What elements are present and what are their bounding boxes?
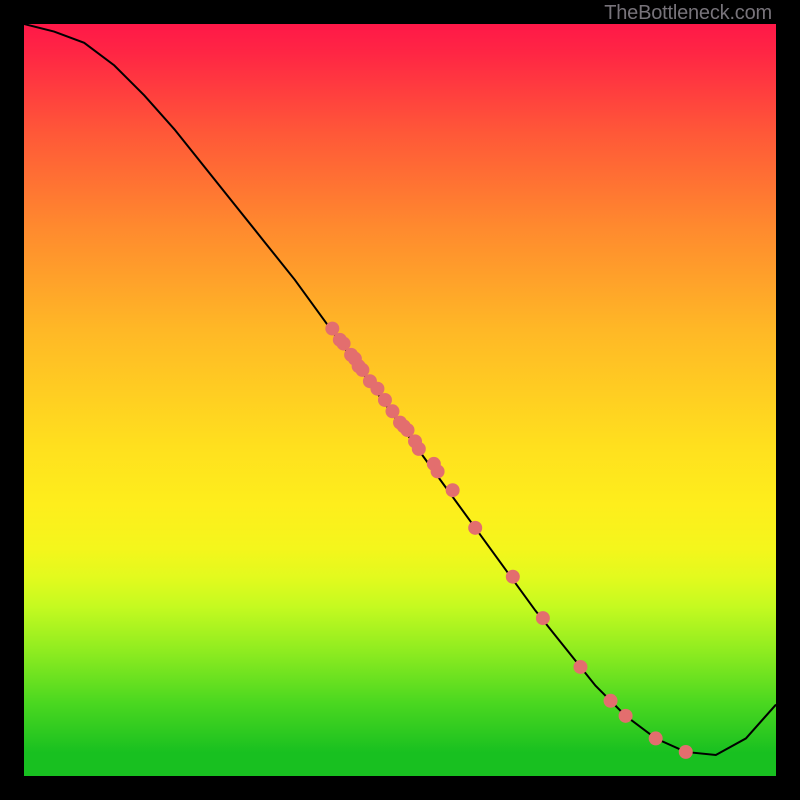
data-point: [536, 611, 550, 625]
plot-area: [24, 24, 776, 776]
chart-svg: [24, 24, 776, 776]
data-point: [679, 745, 693, 759]
data-point: [468, 521, 482, 535]
data-point: [446, 483, 460, 497]
scatter-points: [325, 322, 692, 759]
data-point: [604, 694, 618, 708]
bottleneck-curve: [24, 24, 776, 755]
data-point: [412, 442, 426, 456]
data-point: [431, 464, 445, 478]
data-point: [506, 570, 520, 584]
data-point: [619, 709, 633, 723]
attribution-text: TheBottleneck.com: [604, 2, 772, 25]
data-point: [649, 731, 663, 745]
data-point: [573, 660, 587, 674]
